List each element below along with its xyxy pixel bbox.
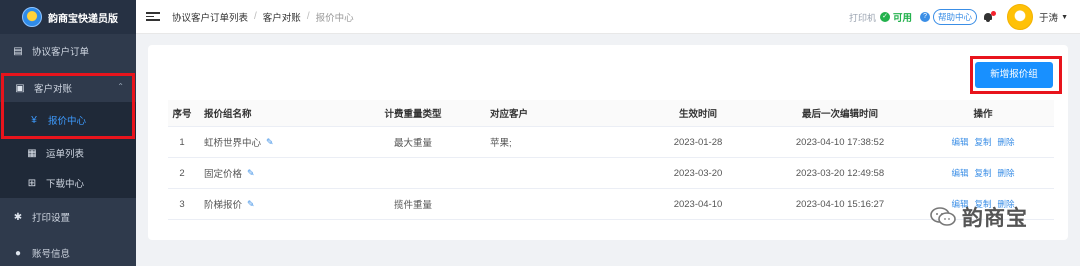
cell-no: 1 (179, 136, 185, 148)
copy-link[interactable]: 复制 (974, 136, 991, 148)
pencil-icon[interactable]: ✎ (247, 199, 255, 210)
cell-effective: 2023-03-20 (673, 167, 723, 179)
cell-customer (490, 189, 610, 219)
table-header: 序号 报价组名称 计费重量类型 对应客户 生效时间 最后一次编辑时间 操作 (168, 100, 1054, 127)
cell-name-text: 虹桥世界中心 (204, 138, 262, 149)
brand-logo-icon (22, 7, 42, 27)
notification-dot (991, 11, 997, 16)
avatar[interactable] (1007, 4, 1034, 30)
edit-link[interactable]: 编辑 (951, 136, 968, 148)
user-name[interactable]: 于涛 (1039, 10, 1058, 24)
delete-link[interactable]: 删除 (998, 136, 1015, 148)
brand[interactable]: 韵商宝快递员版 (0, 0, 136, 34)
cell-weight-type: 揽件重量 (393, 200, 432, 211)
cell-no: 2 (179, 167, 185, 179)
check-icon: ✓ (880, 12, 891, 22)
table-row: 3 阶梯报价 ✎ 揽件重量 2023-04-10 2023-04-10 15:16… (168, 189, 1054, 220)
col-header-last-edit: 最后一次编辑时间 (801, 109, 878, 120)
edit-link[interactable]: 编辑 (951, 167, 968, 179)
cell-no: 3 (179, 198, 185, 210)
col-header-name: 报价组名称 (204, 109, 252, 120)
cell-effective: 2023-04-10 (673, 198, 723, 210)
delete-link[interactable]: 删除 (998, 167, 1015, 179)
user-icon: ● (14, 247, 22, 259)
sidebar-item-print-settings[interactable]: ✱ 打印设置 (0, 204, 136, 230)
pencil-icon[interactable]: ✎ (247, 168, 255, 179)
cell-weight-type: 最大重量 (393, 138, 432, 149)
cell-last-edit: 2023-04-10 15:16:27 (795, 198, 885, 210)
cell-name-text: 固定价格 (204, 169, 243, 180)
col-header-no: 序号 (172, 109, 192, 120)
download-icon: ⊞ (27, 177, 37, 189)
brand-title: 韵商宝快递员版 (48, 13, 118, 25)
sidebar-item-label: 下载中心 (46, 179, 85, 190)
watermark: 韵商宝 (930, 202, 1028, 232)
breadcrumb-separator: / (254, 11, 257, 22)
cell-name: 阶梯报价 ✎ (204, 189, 354, 219)
col-header-effective: 生效时间 (678, 109, 717, 120)
cell-name: 固定价格 ✎ (204, 158, 354, 188)
orders-icon: ▤ (13, 45, 23, 57)
breadcrumb-separator: / (306, 11, 310, 22)
sidebar-item-label: 账号信息 (32, 249, 71, 260)
highlight-box-sidebar (1, 73, 135, 139)
topbar: 协议客户订单列表 / 客户对账 / 报价中心 打印机 ✓ 可用 ? 帮助中心 于… (136, 0, 1080, 34)
sidebar-item-label: 协议客户订单 (32, 47, 90, 58)
cell-weight-type (348, 158, 478, 188)
cell-customer (490, 158, 610, 188)
col-header-weight-type: 计费重量类型 (384, 109, 442, 120)
menu-toggle-icon[interactable] (146, 12, 160, 21)
breadcrumb-item[interactable]: 客户对账 (263, 10, 301, 24)
sidebar-item-account[interactable]: ● 账号信息 (0, 240, 136, 266)
wechat-icon (930, 207, 956, 226)
pencil-icon[interactable]: ✎ (266, 137, 274, 148)
highlight-box-button (970, 56, 1062, 94)
table-row: 1 虹桥世界中心 ✎ 最大重量 苹果; 2023-01-28 2023-04-10… (168, 127, 1054, 158)
breadcrumb-current: 报价中心 (315, 12, 354, 24)
help-center-button[interactable]: 帮助中心 (933, 9, 978, 25)
sidebar-item-label: 运单列表 (46, 149, 85, 160)
question-icon: ? (920, 12, 931, 22)
cell-effective: 2023-01-28 (673, 136, 723, 148)
bell-icon[interactable] (983, 11, 997, 23)
watermark-text: 韵商宝 (962, 207, 1028, 230)
sidebar-item-waybills[interactable]: ▦ 运单列表 (0, 140, 136, 166)
topbar-right: 打印机 ✓ 可用 ? 帮助中心 于涛 ▼ (849, 0, 1068, 34)
sidebar-item-downloads[interactable]: ⊞ 下载中心 (0, 170, 136, 196)
copy-link[interactable]: 复制 (974, 167, 991, 179)
cell-actions: 编辑 复制 删除 (928, 127, 1038, 157)
cell-actions: 编辑 复制 删除 (928, 158, 1038, 188)
sidebar-item-orders[interactable]: ▤ 协议客户订单 (0, 38, 136, 64)
gear-icon: ✱ (13, 211, 23, 223)
document-icon: ▦ (27, 147, 37, 159)
caret-down-icon[interactable]: ▼ (1061, 14, 1068, 21)
cell-last-edit: 2023-04-10 17:38:52 (795, 136, 885, 148)
cell-name-text: 阶梯报价 (204, 200, 243, 211)
quote-table: 序号 报价组名称 计费重量类型 对应客户 生效时间 最后一次编辑时间 操作 1 … (168, 100, 1054, 220)
cell-last-edit: 2023-03-20 12:49:58 (795, 167, 885, 179)
table-row: 2 固定价格 ✎ 2023-03-20 2023-03-20 12:49:58 编… (168, 158, 1054, 189)
printer-label: 打印机 (849, 12, 877, 23)
cell-name: 虹桥世界中心 ✎ (204, 127, 354, 157)
col-header-customer: 对应客户 (490, 109, 529, 120)
printer-status: 可用 (893, 13, 913, 24)
sidebar-item-label: 打印设置 (32, 213, 71, 224)
cell-customer: 苹果; (490, 138, 512, 149)
breadcrumb-item[interactable]: 协议客户订单列表 (172, 10, 248, 24)
col-header-actions: 操作 (973, 109, 993, 120)
